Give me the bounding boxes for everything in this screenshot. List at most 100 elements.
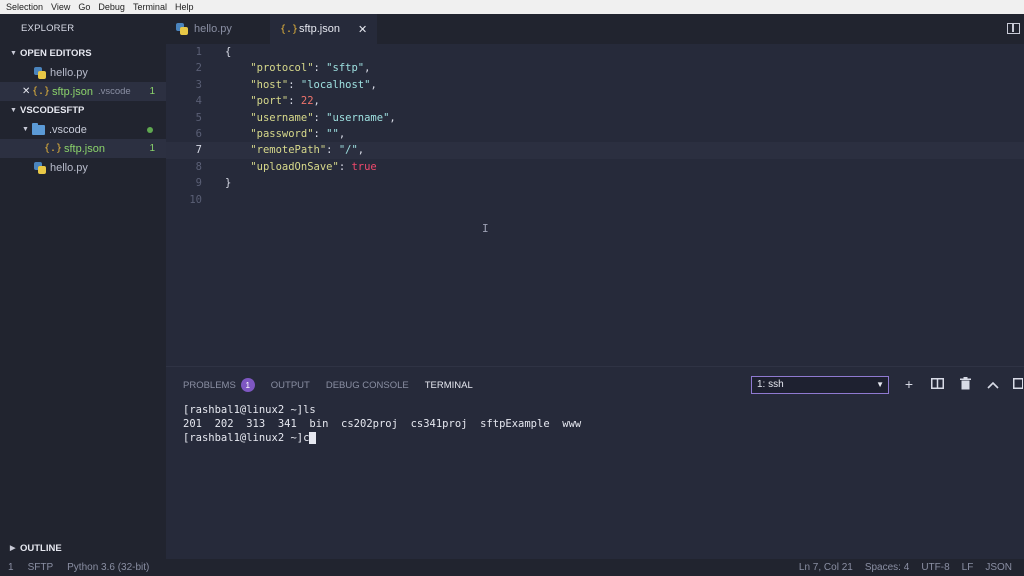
json-key: "password" [250, 127, 314, 140]
chevron-right-icon: ▶ [10, 545, 16, 552]
panel-tabs: PROBLEMS 1 OUTPUT DEBUG CONSOLE TERMINAL [166, 367, 1024, 403]
outline-label: OUTLINE [20, 543, 62, 554]
tab-problems[interactable]: PROBLEMS 1 [183, 378, 255, 392]
terminal-output[interactable]: [rashbal1@linux2 ~]ls 201 202 313 341 bi… [166, 403, 1024, 445]
status-language[interactable]: JSON [985, 562, 1012, 573]
tab-terminal[interactable]: TERMINAL [425, 380, 473, 391]
terminal-line: 201 202 313 341 bin cs202proj cs341proj … [183, 418, 582, 430]
code-line: 7 "remotePath": "/", [166, 142, 1024, 159]
json-key: "username" [250, 111, 314, 124]
problems-badge: 1 [240, 378, 255, 392]
close-icon[interactable]: ✕ [358, 23, 367, 36]
modified-dot [147, 126, 153, 133]
open-editors-header[interactable]: ▼ OPEN EDITORS [0, 44, 166, 63]
split-terminal-icon[interactable] [930, 377, 944, 391]
code-line: 1 { [166, 44, 1024, 60]
json-key: "remotePath" [250, 144, 327, 157]
terminal-line: [rashbal1@linux2 ~]c [183, 432, 310, 444]
python-file-icon [176, 23, 188, 35]
code-text: "port": 22, [250, 95, 320, 108]
tab-hello-py[interactable]: hello.py [166, 14, 270, 44]
line-number: 8 [195, 160, 202, 173]
code-text: "username": "username", [250, 111, 396, 124]
status-cursor-position[interactable]: Ln 7, Col 21 [799, 562, 853, 573]
code-text: } [225, 177, 232, 190]
status-sftp[interactable]: SFTP [28, 562, 54, 573]
close-icon[interactable]: ✕ [22, 86, 32, 97]
tab-debug-console[interactable]: DEBUG CONSOLE [326, 380, 409, 391]
menu-selection[interactable]: Selection [0, 2, 47, 12]
file-name: sftp.json [52, 85, 93, 98]
code-line: 6 "password": "", [166, 126, 1024, 142]
terminal-select[interactable]: 1: ssh ▼ [751, 376, 889, 394]
explorer-sidebar: EXPLORER ▼ OPEN EDITORS hello.py ✕ {.} s… [0, 14, 166, 559]
line-number: 9 [195, 177, 202, 190]
problem-count: 1 [149, 143, 155, 154]
tab-output[interactable]: OUTPUT [271, 380, 310, 391]
folder-name: .vscode [49, 123, 87, 136]
close-panel-icon[interactable] [1011, 377, 1024, 391]
terminal-prompt-line: [rashbal1@linux2 ~]c [183, 431, 1024, 445]
json-value: "" [326, 127, 339, 140]
open-editor-item-hello[interactable]: hello.py [0, 63, 166, 82]
tree-item-sftp[interactable]: {.} sftp.json 1 [0, 139, 166, 158]
problem-count: 1 [149, 86, 155, 97]
folder-icon [32, 122, 45, 135]
folder-vscode[interactable]: ▼ .vscode [0, 120, 166, 139]
python-file-icon [34, 66, 46, 79]
status-bar: 1 SFTP Python 3.6 (32-bit) Ln 7, Col 21 … [0, 559, 1024, 576]
open-editors-label: OPEN EDITORS [20, 48, 92, 59]
json-value: "localhost" [300, 78, 371, 91]
status-eol[interactable]: LF [962, 562, 974, 573]
code-editor[interactable]: 1 { 2 "protocol": "sftp", 3 "host": "loca… [166, 44, 1024, 366]
line-number: 5 [195, 111, 202, 124]
code-line: 10 [166, 192, 1024, 208]
chevron-down-icon: ▼ [22, 126, 29, 133]
menu-help[interactable]: Help [171, 2, 198, 12]
file-name: hello.py [50, 161, 88, 174]
status-python-interpreter[interactable]: Python 3.6 (32-bit) [67, 562, 149, 573]
status-encoding[interactable]: UTF-8 [921, 562, 949, 573]
python-file-icon [34, 161, 46, 174]
terminal-cursor [309, 432, 317, 444]
chevron-down-icon: ▼ [10, 50, 17, 57]
status-problems[interactable]: 1 [8, 562, 14, 573]
json-file-icon: {.} [280, 23, 299, 35]
tab-sftp-json[interactable]: {.} sftp.json ✕ [270, 14, 378, 44]
split-editor-icon[interactable] [1007, 23, 1020, 34]
tab-label: hello.py [194, 23, 232, 35]
menu-go[interactable]: Go [74, 2, 94, 12]
tree-item-hello[interactable]: hello.py [0, 158, 166, 177]
line-number: 2 [195, 62, 202, 75]
workspace-header[interactable]: ▼ VSCODESFTP [0, 101, 166, 120]
menu-terminal[interactable]: Terminal [129, 2, 171, 12]
json-file-icon: {.} [32, 86, 51, 97]
file-name: sftp.json [64, 142, 105, 155]
line-number: 4 [195, 95, 202, 108]
json-value: "username" [326, 111, 390, 124]
status-indentation[interactable]: Spaces: 4 [865, 562, 909, 573]
code-line: 9 } [166, 175, 1024, 191]
file-folder: .vscode [97, 86, 131, 97]
maximize-panel-icon[interactable] [986, 377, 1000, 391]
json-key: "protocol" [250, 62, 314, 75]
trash-icon[interactable] [958, 377, 972, 391]
menu-bar: Selection View Go Debug Terminal Help [0, 0, 1024, 14]
line-number: 6 [195, 127, 202, 140]
outline-header[interactable]: ▶ OUTLINE [0, 539, 166, 558]
json-file-icon: {.} [44, 143, 63, 154]
file-name: hello.py [50, 66, 88, 79]
json-key: "uploadOnSave" [250, 160, 339, 173]
tab-label: sftp.json [299, 23, 340, 35]
menu-debug[interactable]: Debug [94, 2, 129, 12]
code-line: 3 "host": "localhost", [166, 77, 1024, 93]
json-key: "host" [250, 78, 289, 91]
json-value: "sftp" [326, 62, 365, 75]
code-line: 2 "protocol": "sftp", [166, 60, 1024, 76]
explorer-title: EXPLORER [21, 23, 75, 34]
menu-view[interactable]: View [47, 2, 74, 12]
code-line: 4 "port": 22, [166, 93, 1024, 109]
open-editor-item-sftp[interactable]: ✕ {.} sftp.json .vscode 1 [0, 82, 166, 101]
add-terminal-icon[interactable]: + [902, 377, 916, 391]
json-value: "/" [338, 144, 358, 157]
